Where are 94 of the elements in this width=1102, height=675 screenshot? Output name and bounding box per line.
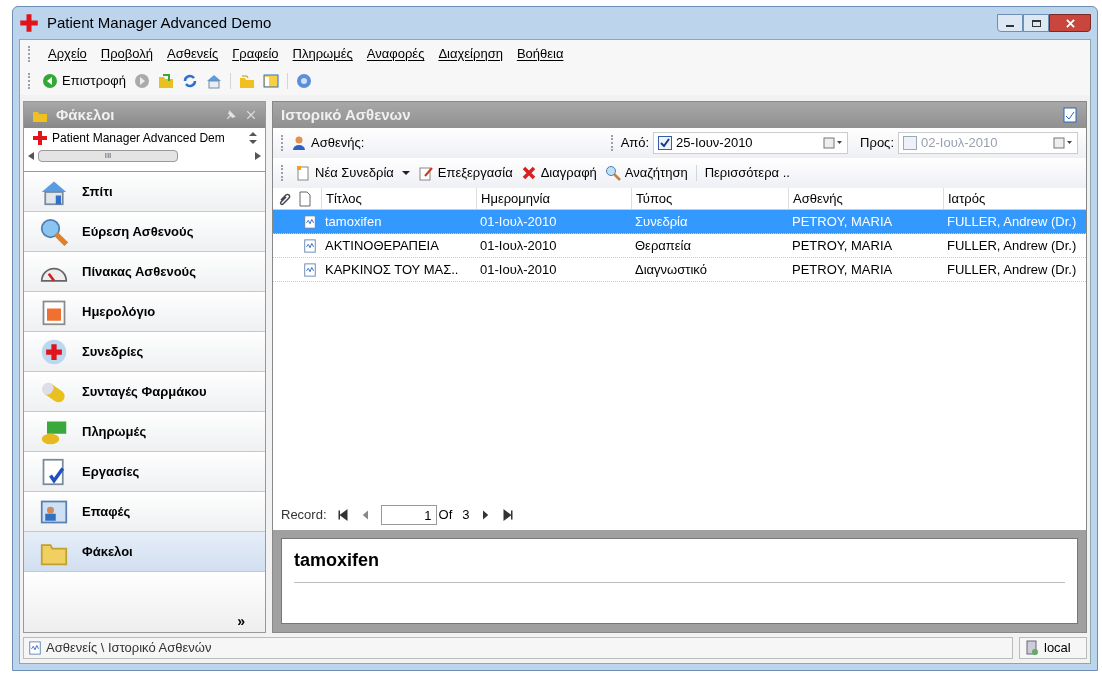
scroll-right-icon (255, 152, 261, 160)
menu-item[interactable]: Διαχείρηση (438, 43, 503, 64)
toolbar-button[interactable]: Αναζήτηση (604, 163, 688, 183)
scroll-left-icon (28, 152, 34, 160)
panel-title: Ιστορικό Ασθενων (281, 104, 411, 125)
page-icon (28, 641, 42, 655)
table-cell-text: tamoxifen (324, 212, 383, 231)
preview-title: tamoxifen (294, 547, 1065, 583)
menu-item[interactable]: Αναφορές (366, 43, 425, 64)
home-icon (206, 73, 222, 89)
maximize-button[interactable] (1023, 14, 1049, 32)
patient-label: Ασθενής: (311, 134, 365, 153)
document-icon (303, 262, 317, 277)
toolbar-button[interactable]: Περισσότερα .. (704, 163, 790, 183)
close-button[interactable] (1049, 14, 1091, 32)
table-cell-text: Θεραπεία (634, 236, 692, 255)
record-total: 3 (462, 506, 470, 525)
table-cell-text: PETROY, MARIA (791, 236, 894, 255)
folder-icon (158, 73, 174, 89)
close-icon (1065, 18, 1075, 28)
last-record-icon (501, 509, 514, 521)
from-checkbox[interactable] (658, 136, 673, 150)
column-header[interactable]: Ημερομηνία (476, 188, 631, 209)
of-label: Of (438, 506, 453, 525)
pin-icon (225, 109, 237, 121)
table-cell-text: ΑΚΤΙΝΟΘΕΡΑΠΕΙΑ (324, 236, 440, 255)
column-header[interactable]: Ιατρός (943, 188, 1086, 209)
column-header[interactable]: Τύπος (631, 188, 788, 209)
new-document-icon (295, 165, 311, 181)
refresh-icon (182, 73, 198, 89)
table-cell-text: 01-Ιουλ-2010 (479, 236, 558, 255)
menu-item[interactable]: Πληρωμές (292, 43, 353, 64)
table-cell-text: PETROY, MARIA (791, 212, 894, 231)
from-label: Από: (620, 134, 650, 153)
minimize-button[interactable] (997, 14, 1023, 32)
person-icon (291, 135, 307, 151)
calendar-dropdown-icon (823, 137, 844, 149)
document-icon (1062, 107, 1078, 123)
table-cell-text: ΚΑΡΚΙΝΟΣ ΤΟΥ ΜΑΣ.. (324, 260, 460, 279)
column-header[interactable]: Ασθενής (788, 188, 943, 209)
scroll-arrows-icon (249, 131, 257, 145)
menu-item[interactable]: Προβολή (100, 43, 153, 64)
magnifier-icon (40, 217, 68, 246)
server-status: local (1019, 637, 1087, 659)
table-cell-text: Διαγνωστικό (634, 260, 708, 279)
menu-item[interactable]: Γραφείο (232, 43, 279, 64)
more-button[interactable]: » (237, 614, 245, 628)
medical-cross-icon (40, 337, 68, 366)
toolbar-button[interactable]: Διαγραφή (520, 163, 597, 183)
first-record-icon (336, 509, 349, 521)
window-title: Patient Manager Advanced Demo (47, 12, 272, 33)
menu-item[interactable]: Ασθενείς (167, 43, 219, 64)
server-icon (1024, 640, 1040, 656)
back-button[interactable]: Επιστροφή (42, 71, 126, 91)
scrollbar-thumb[interactable]: III (38, 150, 178, 162)
table-cell-text: PETROY, MARIA (791, 260, 894, 279)
tree-item[interactable]: Patient Manager Advanced Dem (52, 129, 225, 147)
delete-icon (520, 165, 537, 181)
document-icon (303, 214, 317, 229)
menu-item[interactable]: Βοήθεια (516, 43, 564, 64)
folders-icon (239, 73, 255, 89)
record-field[interactable]: 1 (380, 505, 437, 525)
record-label: Record: (281, 506, 327, 525)
table-row[interactable]: ΑΚΤΙΝΟΘΕΡΑΠΕΙΑ 01-Ιουλ-2010 Θεραπεία PETROY, MARIA FULLER, Andrew (Dr.) (273, 234, 1086, 258)
table-row[interactable]: ΚΑΡΚΙΝΟΣ ΤΟΥ ΜΑΣ.. 01-Ιουλ-2010 Διαγνωστικό PETROY, MARIA FULLER, Andrew (Dr.) (273, 258, 1086, 282)
menu-item[interactable]: Αρχείο (48, 43, 87, 64)
calendar-dropdown-icon (1053, 137, 1073, 149)
to-checkbox[interactable] (903, 136, 917, 150)
edit-icon (417, 165, 434, 181)
medical-cross-icon (32, 130, 48, 146)
toolbar-button[interactable]: Επεξεργασία (417, 163, 513, 183)
status-path: Ασθενείς \ Ιστορικό Ασθενών (23, 637, 1013, 659)
navigation-item[interactable]: Φάκελοι (24, 532, 265, 572)
table-cell-text: FULLER, Andrew (Dr.) (946, 212, 1078, 231)
sidebar-title: Φάκελοι (56, 104, 115, 125)
blank-page-icon (297, 190, 313, 207)
search-icon (604, 165, 621, 181)
toolbar-button[interactable]: Νέα Συνεδρία (295, 163, 410, 183)
forward-icon (134, 73, 150, 89)
table-cell-text: FULLER, Andrew (Dr.) (946, 236, 1078, 255)
close-icon (245, 109, 257, 121)
app-logo-icon (19, 13, 39, 33)
help-icon (296, 73, 312, 89)
table-cell-text: Συνεδρία (634, 212, 689, 231)
column-header[interactable]: Τίτλος (321, 188, 476, 209)
panel-layout-icon (263, 73, 279, 89)
from-date-field[interactable]: 25-Ιουν-2010 (653, 132, 849, 154)
horizontal-scrollbar[interactable]: III (28, 148, 261, 164)
table-cell-text: FULLER, Andrew (Dr.) (946, 260, 1078, 279)
dropdown-caret-icon (401, 169, 410, 177)
to-label: Προς: (860, 134, 894, 153)
document-icon (303, 238, 317, 253)
table-cell-text: 01-Ιουλ-2010 (479, 260, 558, 279)
table-cell-text: 01-Ιουλ-2010 (479, 212, 558, 231)
